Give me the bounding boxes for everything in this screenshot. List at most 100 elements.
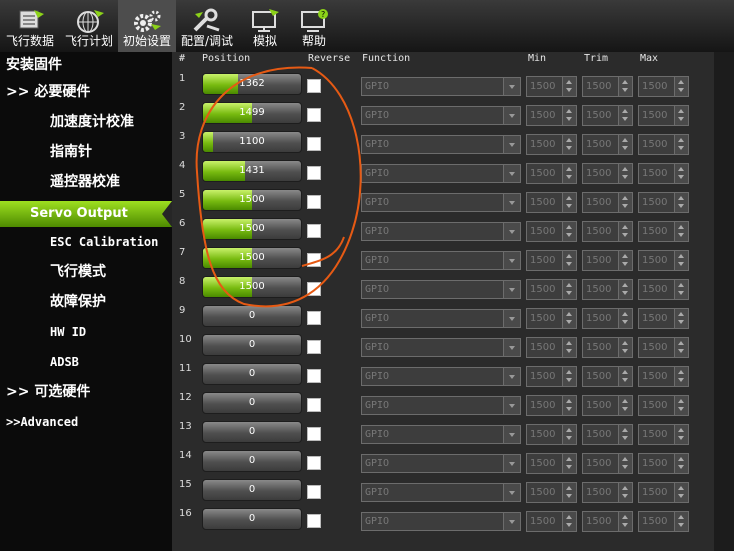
reverse-checkbox[interactable] <box>307 369 321 383</box>
function-select[interactable]: GPIO <box>361 193 521 212</box>
max-spinbox[interactable]: 1500 <box>638 192 689 213</box>
trim-spinbox[interactable]: 1500 <box>582 105 633 126</box>
function-select[interactable]: GPIO <box>361 135 521 154</box>
min-spinbox[interactable]: 1500 <box>526 279 577 300</box>
reverse-checkbox[interactable] <box>307 253 321 267</box>
reverse-checkbox[interactable] <box>307 311 321 325</box>
max-spinbox[interactable]: 1500 <box>638 221 689 242</box>
spin-arrows-icon[interactable] <box>674 396 688 415</box>
reverse-checkbox[interactable] <box>307 108 321 122</box>
spin-arrows-icon[interactable] <box>618 251 632 270</box>
trim-spinbox[interactable]: 1500 <box>582 482 633 503</box>
spin-arrows-icon[interactable] <box>562 454 576 473</box>
max-spinbox[interactable]: 1500 <box>638 134 689 155</box>
min-spinbox[interactable]: 1500 <box>526 424 577 445</box>
min-spinbox[interactable]: 1500 <box>526 250 577 271</box>
function-select[interactable]: GPIO <box>361 222 521 241</box>
spin-arrows-icon[interactable] <box>618 338 632 357</box>
reverse-checkbox[interactable] <box>307 79 321 93</box>
trim-spinbox[interactable]: 1500 <box>582 76 633 97</box>
min-spinbox[interactable]: 1500 <box>526 308 577 329</box>
reverse-checkbox[interactable] <box>307 340 321 354</box>
toolbar-simulation-button[interactable]: 模拟 <box>238 0 292 52</box>
spin-arrows-icon[interactable] <box>562 135 576 154</box>
spin-arrows-icon[interactable] <box>618 454 632 473</box>
min-spinbox[interactable]: 1500 <box>526 337 577 358</box>
reverse-checkbox[interactable] <box>307 224 321 238</box>
spin-arrows-icon[interactable] <box>562 483 576 502</box>
min-spinbox[interactable]: 1500 <box>526 453 577 474</box>
reverse-checkbox[interactable] <box>307 514 321 528</box>
function-select[interactable]: GPIO <box>361 483 521 502</box>
trim-spinbox[interactable]: 1500 <box>582 221 633 242</box>
max-spinbox[interactable]: 1500 <box>638 395 689 416</box>
spin-arrows-icon[interactable] <box>562 512 576 531</box>
reverse-checkbox[interactable] <box>307 398 321 412</box>
spin-arrows-icon[interactable] <box>674 106 688 125</box>
spin-arrows-icon[interactable] <box>674 338 688 357</box>
max-spinbox[interactable]: 1500 <box>638 250 689 271</box>
toolbar-help-button[interactable]: ? 帮助 <box>292 0 336 52</box>
spin-arrows-icon[interactable] <box>618 483 632 502</box>
spin-arrows-icon[interactable] <box>618 425 632 444</box>
spin-arrows-icon[interactable] <box>618 280 632 299</box>
spin-arrows-icon[interactable] <box>674 193 688 212</box>
trim-spinbox[interactable]: 1500 <box>582 395 633 416</box>
spin-arrows-icon[interactable] <box>562 251 576 270</box>
min-spinbox[interactable]: 1500 <box>526 366 577 387</box>
spin-arrows-icon[interactable] <box>618 106 632 125</box>
spin-arrows-icon[interactable] <box>674 454 688 473</box>
trim-spinbox[interactable]: 1500 <box>582 250 633 271</box>
spin-arrows-icon[interactable] <box>562 106 576 125</box>
sidebar-item-mandatory-hardware[interactable]: >> 必要硬件 <box>0 79 178 105</box>
toolbar-flight-data-button[interactable]: 飞行数据 <box>0 0 60 52</box>
trim-spinbox[interactable]: 1500 <box>582 453 633 474</box>
spin-arrows-icon[interactable] <box>562 309 576 328</box>
spin-arrows-icon[interactable] <box>618 512 632 531</box>
toolbar-config-tuning-button[interactable]: 配置/调试 <box>176 0 238 52</box>
reverse-checkbox[interactable] <box>307 137 321 151</box>
function-select[interactable]: GPIO <box>361 396 521 415</box>
panel-scrollbar[interactable] <box>714 52 734 551</box>
max-spinbox[interactable]: 1500 <box>638 308 689 329</box>
sidebar-item-servo-output[interactable]: Servo Output <box>0 201 172 227</box>
sidebar-item-install-firmware[interactable]: 安装固件 <box>0 52 178 78</box>
spin-arrows-icon[interactable] <box>562 222 576 241</box>
spin-arrows-icon[interactable] <box>562 338 576 357</box>
spin-arrows-icon[interactable] <box>674 77 688 96</box>
spin-arrows-icon[interactable] <box>618 396 632 415</box>
spin-arrows-icon[interactable] <box>674 251 688 270</box>
min-spinbox[interactable]: 1500 <box>526 105 577 126</box>
spin-arrows-icon[interactable] <box>618 164 632 183</box>
spin-arrows-icon[interactable] <box>618 222 632 241</box>
spin-arrows-icon[interactable] <box>562 425 576 444</box>
function-select[interactable]: GPIO <box>361 251 521 270</box>
function-select[interactable]: GPIO <box>361 106 521 125</box>
function-select[interactable]: GPIO <box>361 425 521 444</box>
min-spinbox[interactable]: 1500 <box>526 76 577 97</box>
max-spinbox[interactable]: 1500 <box>638 279 689 300</box>
reverse-checkbox[interactable] <box>307 166 321 180</box>
spin-arrows-icon[interactable] <box>562 396 576 415</box>
function-select[interactable]: GPIO <box>361 309 521 328</box>
spin-arrows-icon[interactable] <box>674 222 688 241</box>
spin-arrows-icon[interactable] <box>618 309 632 328</box>
spin-arrows-icon[interactable] <box>618 367 632 386</box>
function-select[interactable]: GPIO <box>361 338 521 357</box>
spin-arrows-icon[interactable] <box>618 193 632 212</box>
sidebar-item-optional-hardware[interactable]: >> 可选硬件 <box>0 379 178 405</box>
max-spinbox[interactable]: 1500 <box>638 482 689 503</box>
reverse-checkbox[interactable] <box>307 456 321 470</box>
function-select[interactable]: GPIO <box>361 77 521 96</box>
function-select[interactable]: GPIO <box>361 280 521 299</box>
spin-arrows-icon[interactable] <box>562 280 576 299</box>
max-spinbox[interactable]: 1500 <box>638 366 689 387</box>
spin-arrows-icon[interactable] <box>674 367 688 386</box>
min-spinbox[interactable]: 1500 <box>526 134 577 155</box>
trim-spinbox[interactable]: 1500 <box>582 308 633 329</box>
min-spinbox[interactable]: 1500 <box>526 163 577 184</box>
spin-arrows-icon[interactable] <box>674 425 688 444</box>
trim-spinbox[interactable]: 1500 <box>582 337 633 358</box>
spin-arrows-icon[interactable] <box>674 135 688 154</box>
min-spinbox[interactable]: 1500 <box>526 221 577 242</box>
